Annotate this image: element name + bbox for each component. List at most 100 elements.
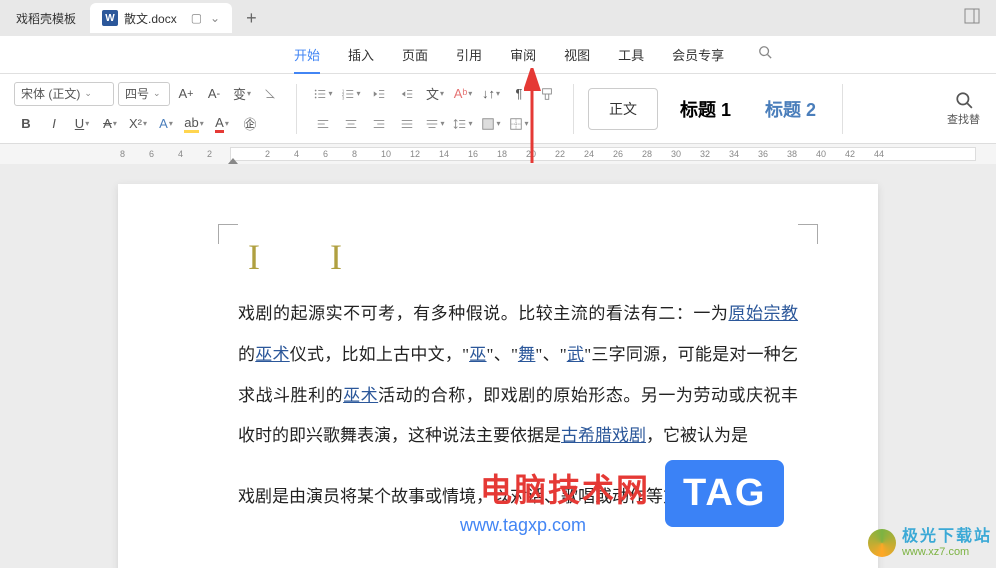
font-name-select[interactable]: 宋体 (正文)⌄	[14, 82, 114, 106]
italic-button[interactable]: I	[42, 112, 66, 136]
tab-dropdown-icon[interactable]: ⌄	[210, 11, 220, 25]
distribute-button[interactable]: ▾	[423, 112, 447, 136]
margin-corner-icon	[798, 224, 818, 244]
underline-button[interactable]: U▾	[70, 112, 94, 136]
window-panel-icon[interactable]	[952, 8, 992, 29]
ruler-tick: 40	[816, 149, 826, 159]
font-name-value: 宋体 (正文)	[21, 85, 80, 102]
ruler-tick: 44	[874, 149, 884, 159]
word-icon: W	[102, 10, 118, 26]
ruler[interactable]: 8642246810121416182022242628303234363840…	[100, 144, 976, 164]
search-icon[interactable]	[758, 45, 772, 64]
jiguang-url: www.xz7.com	[902, 546, 992, 558]
increase-font-button[interactable]: A+	[174, 82, 198, 106]
ruler-tick: 22	[555, 149, 565, 159]
clear-format-button[interactable]	[258, 82, 282, 106]
ruler-tick: 12	[410, 149, 420, 159]
menu-page[interactable]: 页面	[388, 36, 442, 74]
ruler-tick: 20	[526, 149, 536, 159]
link-wu1[interactable]: 巫	[469, 345, 486, 364]
menu-view[interactable]: 视图	[550, 36, 604, 74]
menu-tools[interactable]: 工具	[604, 36, 658, 74]
font-color-button[interactable]: A▾	[210, 112, 234, 136]
ruler-tick: 24	[584, 149, 594, 159]
link-yuanshi[interactable]: 原始宗教	[728, 304, 798, 323]
ruler-tick: 10	[381, 149, 391, 159]
text-direction-button[interactable]: 文▾	[423, 82, 447, 106]
ruler-tick: 42	[845, 149, 855, 159]
menu-insert[interactable]: 插入	[334, 36, 388, 74]
ribbon: 宋体 (正文)⌄ 四号⌄ A+ A- 变▾ B I U▾ A▾ X²▾ A▾ a…	[0, 74, 996, 144]
find-replace-button[interactable]: 查找替	[939, 91, 988, 127]
borders-button[interactable]: ▾	[507, 112, 531, 136]
text-cursor-marks: I I	[248, 239, 342, 275]
tag-badge: TAG	[665, 460, 784, 527]
link-greek[interactable]: 古希腊戏剧	[561, 426, 646, 445]
increase-indent-button[interactable]	[395, 82, 419, 106]
ruler-tick: 2	[207, 149, 212, 159]
superscript-button[interactable]: X²▾	[126, 112, 150, 136]
highlight-button[interactable]: ab▾	[182, 112, 206, 136]
align-center-button[interactable]	[339, 112, 363, 136]
cursor-icon: I	[248, 239, 260, 275]
enclosed-char-button[interactable]: ㊭	[238, 112, 262, 136]
menu-start[interactable]: 开始	[280, 36, 334, 74]
ruler-tick: 26	[613, 149, 623, 159]
ruler-tick: 14	[439, 149, 449, 159]
ruler-tick: 36	[758, 149, 768, 159]
ruler-tick: 8	[120, 149, 125, 159]
change-case-button[interactable]: 变▾	[230, 82, 254, 106]
show-marks-button[interactable]: ¶	[507, 82, 531, 106]
link-wushu2[interactable]: 巫术	[343, 386, 378, 405]
shading-button[interactable]: ▾	[479, 112, 503, 136]
ruler-tick: 4	[294, 149, 299, 159]
ruler-tick: 16	[468, 149, 478, 159]
svg-text:3: 3	[342, 95, 345, 100]
tab-device-icon[interactable]: ▢	[191, 11, 202, 25]
menu-review[interactable]: 审阅	[496, 36, 550, 74]
font-size-select[interactable]: 四号⌄	[118, 82, 170, 106]
line-spacing-button[interactable]: ▾	[451, 112, 475, 136]
ruler-tick: 38	[787, 149, 797, 159]
style-body[interactable]: 正文	[588, 88, 658, 130]
align-justify-button[interactable]	[395, 112, 419, 136]
ruler-tick: 4	[178, 149, 183, 159]
tab-label: 戏稻壳模板	[16, 10, 76, 27]
text-effects-button[interactable]: A▾	[154, 112, 178, 136]
link-wu3[interactable]: 武	[567, 345, 584, 364]
bold-button[interactable]: B	[14, 112, 38, 136]
align-right-button[interactable]	[367, 112, 391, 136]
sort-button[interactable]: ↓↑▾	[479, 82, 503, 106]
tab-document[interactable]: W 散文.docx ▢ ⌄	[90, 3, 232, 33]
tab-bar: 戏稻壳模板 W 散文.docx ▢ ⌄ +	[0, 0, 996, 36]
strikethrough-button[interactable]: A▾	[98, 112, 122, 136]
bullet-list-button[interactable]: ▾	[311, 82, 335, 106]
margin-corner-icon	[218, 224, 238, 244]
tab-template[interactable]: 戏稻壳模板	[4, 3, 88, 33]
tab-label: 散文.docx	[124, 10, 177, 27]
style-heading-1[interactable]: 标题 1	[668, 88, 743, 130]
menu-reference[interactable]: 引用	[442, 36, 496, 74]
ruler-tick: 18	[497, 149, 507, 159]
ruler-tick: 8	[352, 149, 357, 159]
number-list-button[interactable]: 123▾	[339, 82, 363, 106]
watermark-url: www.tagxp.com	[460, 515, 586, 536]
indent-marker-icon[interactable]	[228, 158, 238, 164]
menu-member[interactable]: 会员专享	[658, 36, 738, 74]
link-wu2[interactable]: 舞	[518, 345, 535, 364]
jiguang-icon	[868, 529, 896, 557]
style-heading-2[interactable]: 标题 2	[753, 88, 828, 130]
ruler-tick: 6	[323, 149, 328, 159]
format-painter-button[interactable]	[535, 82, 559, 106]
cursor-icon: I	[330, 239, 342, 275]
decrease-indent-button[interactable]	[367, 82, 391, 106]
menu-bar: 开始 插入 页面 引用 审阅 视图 工具 会员专享	[0, 36, 996, 74]
align-left-button[interactable]	[311, 112, 335, 136]
add-tab-button[interactable]: +	[234, 8, 269, 29]
jiguang-name: 极光下载站	[902, 528, 992, 546]
asian-layout-button[interactable]: Aᵇ▾	[451, 82, 475, 106]
ruler-tick: 28	[642, 149, 652, 159]
decrease-font-button[interactable]: A-	[202, 82, 226, 106]
link-wushu[interactable]: 巫术	[255, 345, 289, 364]
watermark-text: 电脑技术网	[480, 465, 650, 511]
